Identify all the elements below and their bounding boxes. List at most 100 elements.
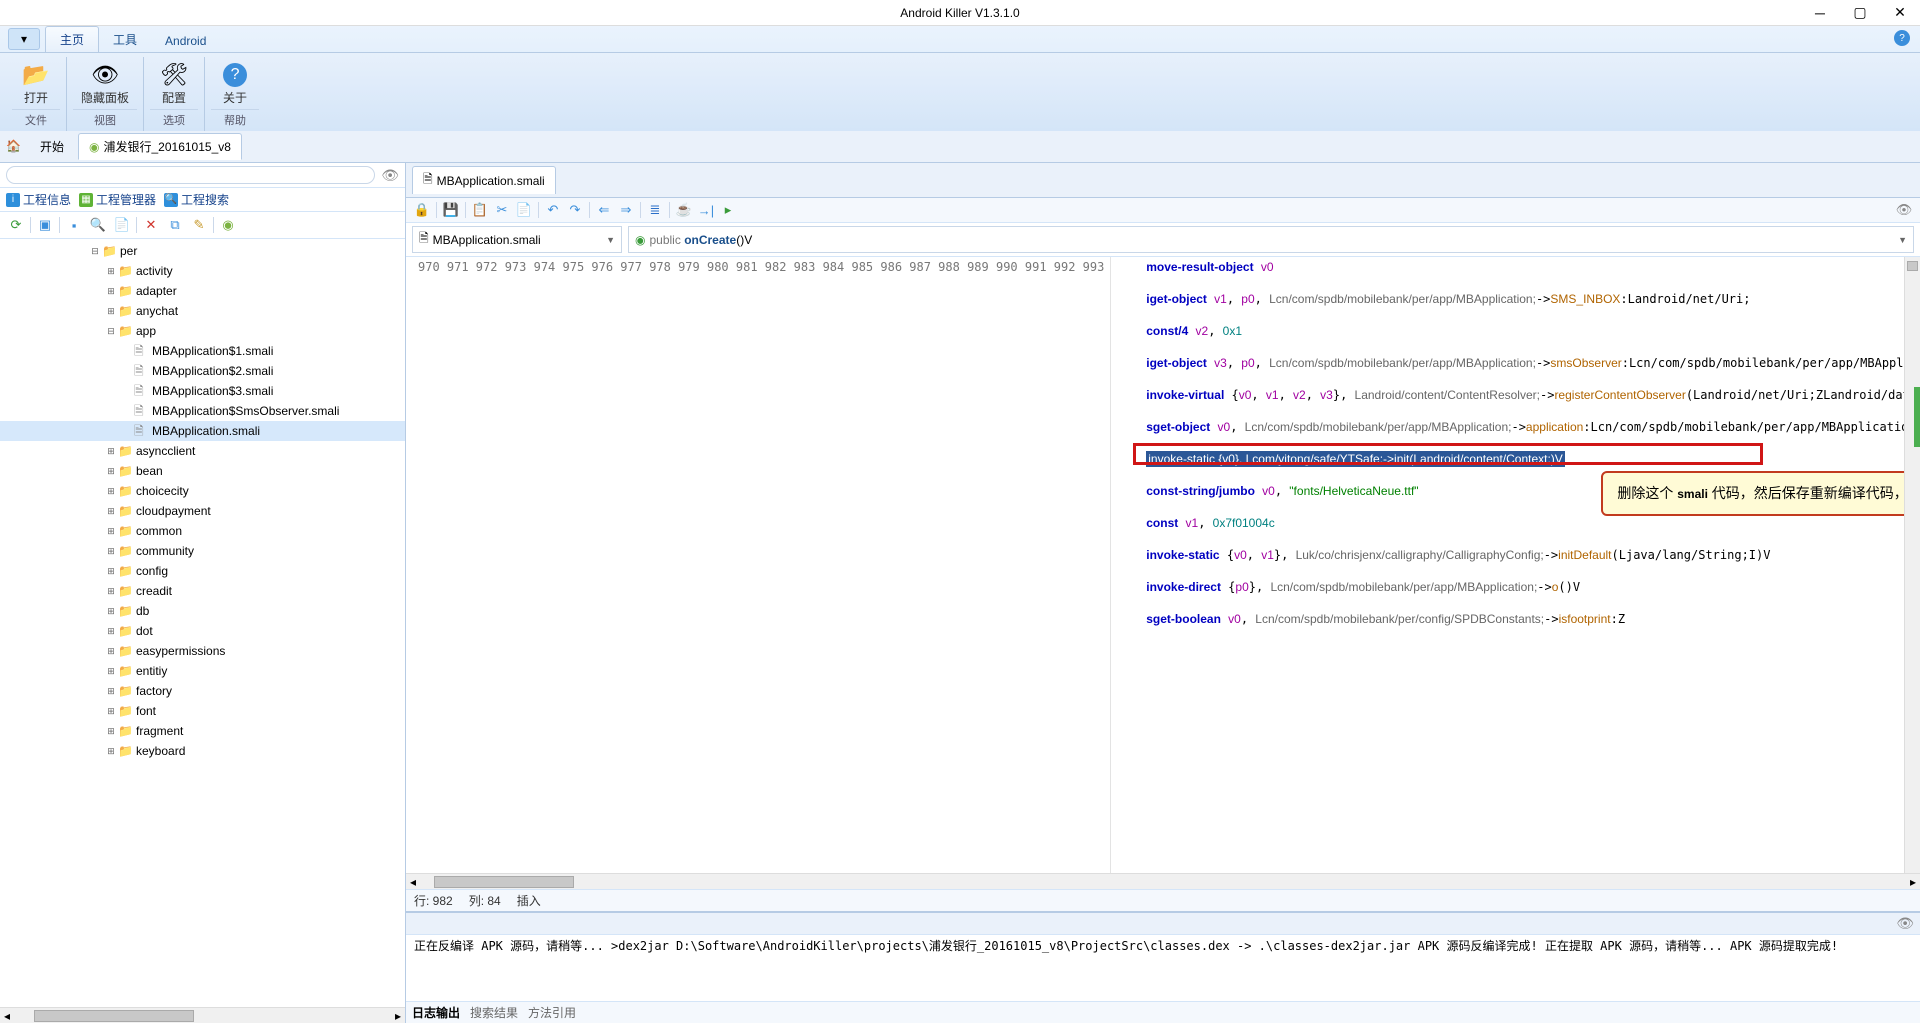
tree-folder[interactable]: ⊞📁db <box>0 601 405 621</box>
format-button[interactable]: ≣ <box>645 200 665 220</box>
tree-h-scrollbar[interactable]: ◂ ▸ <box>0 1007 405 1023</box>
redo-button[interactable]: ↷ <box>565 200 585 220</box>
editor-v-scrollbar[interactable] <box>1904 257 1920 873</box>
folder-icon: 📁 <box>118 662 132 680</box>
output-log[interactable]: 正在反编译 APK 源码，请稍等... >dex2jar D:\Software… <box>406 935 1920 1001</box>
output-tab-log[interactable]: 日志输出 <box>412 1004 460 1021</box>
java-button[interactable]: ☕ <box>674 200 694 220</box>
tree-folder[interactable]: ⊞📁adapter <box>0 281 405 301</box>
prev-button[interactable]: ⇐ <box>594 200 614 220</box>
cut-button[interactable]: ✂ <box>492 200 512 220</box>
tree-folder[interactable]: ⊞📁community <box>0 541 405 561</box>
tree-folder[interactable]: ⊞📁cloudpayment <box>0 501 405 521</box>
tab-start[interactable]: 开始 <box>30 134 74 159</box>
tree-file[interactable]: 🗎MBApplication.smali <box>0 421 405 441</box>
help-icon[interactable]: ? <box>1894 30 1910 46</box>
copy-button[interactable]: 📋 <box>470 200 490 220</box>
ribbon-tab-android[interactable]: Android <box>151 30 220 52</box>
run-button[interactable]: ▸ <box>718 200 738 220</box>
tree-file[interactable]: 🗎MBApplication$1.smali <box>0 341 405 361</box>
tab-project[interactable]: ◉ 浦发银行_20161015_v8 <box>78 133 242 160</box>
project-tree[interactable]: ⊟📁per⊞📁activity⊞📁adapter⊞📁anychat⊟📁app🗎M… <box>0 239 405 1007</box>
code-editor[interactable]: 970 971 972 973 974 975 976 977 978 979 … <box>406 257 1920 873</box>
about-button[interactable]: ? 关于 <box>211 57 259 107</box>
output-tab-result[interactable]: 搜索结果 <box>470 1004 518 1021</box>
tab-project-search[interactable]: 🔍工程搜索 <box>164 191 229 208</box>
ribbon-tab-tools[interactable]: 工具 <box>99 27 151 52</box>
paste-button[interactable]: 📄 <box>514 200 534 220</box>
file-icon: 🗎 <box>419 229 429 250</box>
folder-icon: 📁 <box>118 502 132 520</box>
folder-icon: 📁 <box>118 262 132 280</box>
tree-folder[interactable]: ⊞📁creadit <box>0 581 405 601</box>
tree-folder[interactable]: ⊞📁easypermissions <box>0 641 405 661</box>
undo-button[interactable]: ↶ <box>543 200 563 220</box>
filter-toggle-icon[interactable]: 👁 <box>381 167 399 184</box>
refresh-button[interactable]: ⟳ <box>6 215 26 235</box>
eye-toggle-icon[interactable]: 👁 <box>1894 200 1914 220</box>
tree-folder[interactable]: ⊟📁app <box>0 321 405 341</box>
expand-all-button[interactable]: ▣ <box>35 215 55 235</box>
editor-h-scrollbar[interactable]: ◂ ▸ <box>406 873 1920 889</box>
tree-folder[interactable]: ⊞📁fragment <box>0 721 405 741</box>
rename-button[interactable]: ✎ <box>189 215 209 235</box>
find-button[interactable]: 🔍 <box>88 215 108 235</box>
ribbon-tab-home[interactable]: 主页 <box>45 26 99 52</box>
tree-folder[interactable]: ⊞📁activity <box>0 261 405 281</box>
tab-project-manager[interactable]: ▦工程管理器 <box>79 191 156 208</box>
method-dropdown[interactable]: ◉ public onCreate()V ▼ <box>628 226 1914 253</box>
tree-file[interactable]: 🗎MBApplication$SmsObserver.smali <box>0 401 405 421</box>
tree-file[interactable]: 🗎MBApplication$2.smali <box>0 361 405 381</box>
app-menu-button[interactable]: ▾ <box>8 28 40 50</box>
lock-icon[interactable]: 🔒 <box>412 200 432 220</box>
config-button[interactable]: 🛠 配置 <box>150 57 198 107</box>
output-eye-icon[interactable]: 👁 <box>1896 915 1914 932</box>
collapse-all-button[interactable]: ▪ <box>64 215 84 235</box>
folder-icon: 📁 <box>118 742 132 760</box>
tree-folder[interactable]: ⊞📁anychat <box>0 301 405 321</box>
tab-project-info[interactable]: i工程信息 <box>6 191 71 208</box>
delete-button[interactable]: ✕ <box>141 215 161 235</box>
chevron-down-icon: ▼ <box>1898 235 1907 245</box>
maximize-button[interactable]: ▢ <box>1840 0 1880 25</box>
tree-folder[interactable]: ⊟📁per <box>0 241 405 261</box>
folder-icon: 📁 <box>118 302 132 320</box>
folder-icon: 📁 <box>118 462 132 480</box>
tree-folder[interactable]: ⊞📁common <box>0 521 405 541</box>
folder-icon: 📁 <box>118 442 132 460</box>
tree-folder[interactable]: ⊞📁choicecity <box>0 481 405 501</box>
indent-button[interactable]: →| <box>696 200 716 220</box>
tree-folder[interactable]: ⊞📁bean <box>0 461 405 481</box>
folder-icon: 📁 <box>118 562 132 580</box>
tree-folder[interactable]: ⊞📁font <box>0 701 405 721</box>
android-button[interactable]: ◉ <box>218 215 238 235</box>
tree-folder[interactable]: ⊞📁factory <box>0 681 405 701</box>
tree-folder[interactable]: ⊞📁dot <box>0 621 405 641</box>
tree-folder[interactable]: ⊞📁keyboard <box>0 741 405 761</box>
android-icon: ◉ <box>89 140 99 154</box>
folder-icon: 📁 <box>118 722 132 740</box>
copy-button[interactable]: ⧉ <box>165 215 185 235</box>
locate-button[interactable]: 📄 <box>112 215 132 235</box>
editor-tab[interactable]: 🗎 MBApplication.smali <box>412 166 556 194</box>
file-icon: 🗎 <box>134 402 148 420</box>
code-content[interactable]: move-result-object v0 iget-object v1, p0… <box>1111 257 1920 873</box>
save-button[interactable]: 💾 <box>441 200 461 220</box>
file-icon: 🗎 <box>134 342 148 360</box>
tree-folder[interactable]: ⊞📁entitiy <box>0 661 405 681</box>
tree-folder[interactable]: ⊞📁config <box>0 561 405 581</box>
open-button[interactable]: 📂 打开 <box>12 57 60 107</box>
file-dropdown[interactable]: 🗎 MBApplication.smali ▼ <box>412 226 622 253</box>
folder-icon: 📁 <box>118 542 132 560</box>
status-col: 列: 84 <box>469 892 501 909</box>
folder-icon: 📁 <box>118 282 132 300</box>
project-search-input[interactable] <box>6 166 375 184</box>
tree-file[interactable]: 🗎MBApplication$3.smali <box>0 381 405 401</box>
file-icon: 🗎 <box>134 362 148 380</box>
minimize-button[interactable]: ─ <box>1800 0 1840 25</box>
output-tab-ref[interactable]: 方法引用 <box>528 1004 576 1021</box>
tree-folder[interactable]: ⊞📁asyncclient <box>0 441 405 461</box>
close-button[interactable]: ✕ <box>1880 0 1920 25</box>
next-button[interactable]: ⇒ <box>616 200 636 220</box>
hide-panel-button[interactable]: 👁 隐藏面板 <box>73 57 137 107</box>
